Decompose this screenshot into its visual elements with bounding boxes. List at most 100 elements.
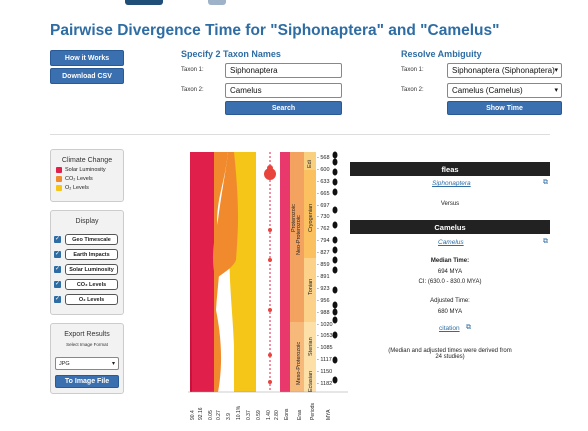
study-dot [332,151,338,159]
display-option: ✓ O₂ Levels [54,294,118,305]
versus-text: Versus [440,201,460,207]
external-link-icon[interactable]: ⧉ [543,238,548,246]
studies-note: (Median and adjusted times were derived … [388,348,512,360]
download-csv-button[interactable]: Download CSV [50,68,124,84]
chevron-down-icon: ▾ [554,87,558,94]
mya-tick-label: - 600 [317,166,330,173]
taxon1-header: fleas [350,162,550,176]
taxon2-link[interactable]: Camelus [438,239,464,246]
toggle-geo-timescale[interactable]: Geo Timescale [65,234,118,245]
checkbox[interactable]: ✓ [54,251,61,258]
mya-tick-label: - 1150 [317,369,333,376]
legend-item: O₂ Levels [56,185,123,191]
how-it-works-button[interactable]: How it Works [50,50,124,66]
toggle-earth-impacts[interactable]: Earth Impacts [65,249,118,260]
display-option: ✓ CO₂ Levels [54,279,118,290]
co2-swatch [56,176,62,182]
study-dot [332,256,338,264]
legend-label: O₂ Levels [65,185,89,191]
bottom-axis-label: 0.37 [246,410,252,420]
legend-label: CO₂ Levels [65,176,93,182]
solar-luminosity-band [190,152,214,392]
legend-item: CO₂ Levels [56,176,123,182]
solar-swatch [56,167,62,173]
period-label-tonian: Tonian [308,278,314,295]
checkbox[interactable]: ✓ [54,236,61,243]
mya-tick-label: - 1117 [317,357,332,364]
period-label-cryogenian: Cryogenian [308,203,314,232]
eon-proterozoic [280,152,290,392]
bottom-axis-label: 0.59 [256,410,262,420]
impact-marker [268,353,272,357]
resolve-taxon1-label: Taxon 1: [401,67,424,73]
legend-item: Solar Luminosity [56,167,123,173]
external-link-icon[interactable]: ⧉ [543,179,548,187]
bottom-axis-label: 3.9 [226,413,232,420]
period-label-ectasian: Ectasian [308,370,314,392]
resolve-taxon2-label: Taxon 2: [401,87,424,93]
toggle-o2-levels[interactable]: O₂ Levels [65,294,118,305]
mya-tick-label: - 568 [317,155,330,161]
top-tab-indicator-secondary [208,0,226,5]
o2-swatch [56,185,62,191]
resolve-taxon2-value: Camelus (Camelus) [452,86,523,95]
study-dot [332,206,338,214]
checkbox[interactable]: ✓ [54,266,61,273]
format-value: JPG [59,361,70,367]
taxon1-link[interactable]: Siphonaptera [432,180,471,187]
mya-tick-label: - 1085 [317,345,333,352]
mya-tick-label: - 1020 [317,321,333,328]
impact-marker [268,308,272,312]
taxon2-label: Taxon 2: [181,87,204,93]
bottom-axis-label: Eons [284,408,290,420]
checkbox[interactable]: ✓ [54,281,61,288]
bottom-axis-label: 1.40 [266,410,272,420]
study-dot [332,308,338,316]
display-option: ✓ Earth Impacts [54,249,118,260]
study-dot [332,188,338,196]
external-link-icon[interactable]: ⧉ [466,324,471,332]
format-select[interactable]: JPG ▾ [55,357,119,370]
median-value: 694 MYA [437,269,463,275]
period-label-edi: Edi [307,160,313,168]
median-label: Median Time: [430,258,470,264]
adjusted-value: 680 MYA [437,309,463,315]
study-dot [332,178,338,186]
resolve-taxon1-select[interactable]: Siphonaptera (Siphonaptera) ▾ [447,63,562,78]
bottom-axis-label: 0.27 [216,410,222,420]
mya-tick-label: - 730 [317,214,330,221]
study-dot [332,246,338,254]
study-dot [332,301,338,309]
format-label: Select Image Format [66,342,108,347]
show-time-button[interactable]: Show Time [447,101,562,115]
resolve-taxon2-select[interactable]: Camelus (Camelus) ▾ [447,83,562,98]
bottom-axis-label: 90.4 [190,410,196,420]
study-dot [332,331,338,339]
citation-link[interactable]: citation [439,325,460,332]
study-dot [332,286,338,294]
to-image-file-button[interactable]: To Image File [55,375,119,388]
ci-value: CI: (630.0 - 830.0 MYA) [418,279,482,285]
study-dot [332,376,338,384]
bottom-axis-label: 92.16 [198,407,204,420]
toggle-solar-luminosity[interactable]: Solar Luminosity [65,264,118,275]
mya-tick-label: - 988 [317,309,330,316]
impact-marker [268,228,272,232]
study-dot [332,158,338,166]
taxon2-input[interactable]: Camelus [225,83,342,98]
impact-marker [268,258,272,262]
mya-tick-label: - 827 [317,250,330,257]
checkbox[interactable]: ✓ [54,296,61,303]
taxon1-input[interactable]: Siphonaptera [225,63,342,78]
bottom-axis-label: Eras [297,409,303,420]
period-label-stenian: Stenian [308,337,314,356]
study-dot [332,168,338,176]
search-button[interactable]: Search [225,101,342,115]
climate-panel: Climate Change Solar Luminosity CO₂ Leve… [50,149,124,202]
toggle-co2-levels[interactable]: CO₂ Levels [65,279,118,290]
top-tab-indicator [125,0,163,5]
legend-label: Solar Luminosity [65,167,106,173]
study-dot [332,236,338,244]
taxon2-header: Camelus [350,220,550,234]
study-dot [332,316,338,324]
